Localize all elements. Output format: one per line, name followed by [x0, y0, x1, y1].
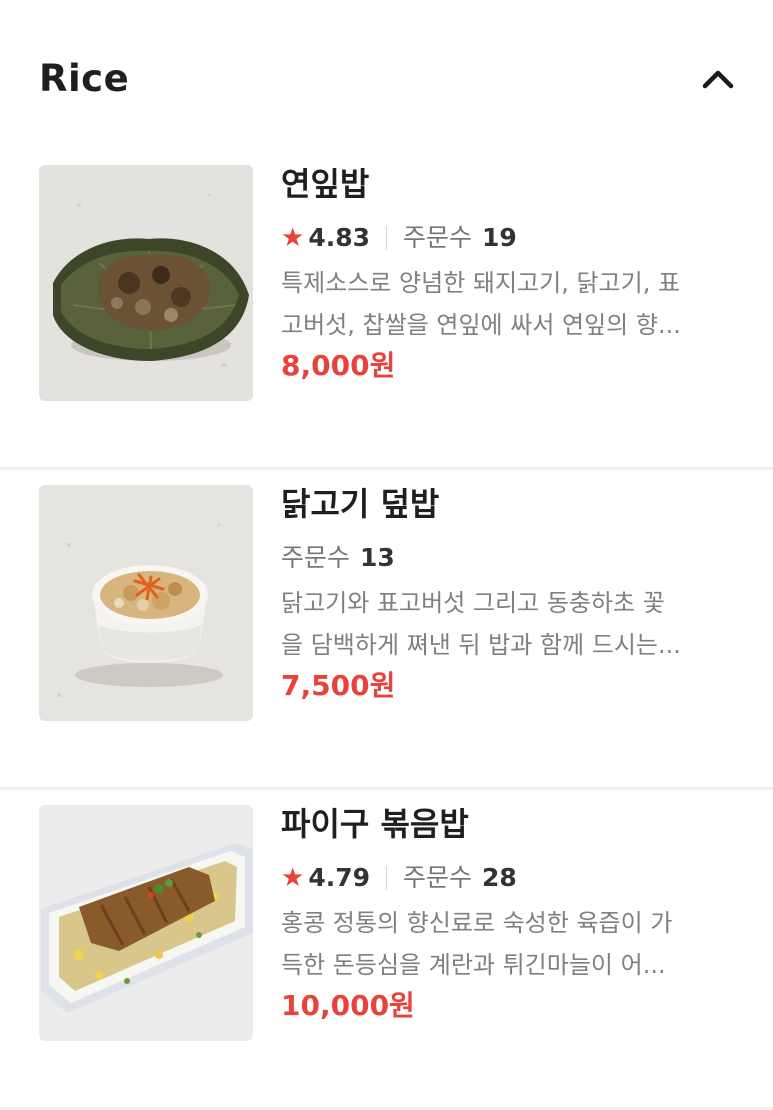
orders-count: 19 [482, 223, 517, 252]
rating-value: 4.79 [308, 863, 370, 892]
orders-count: 28 [482, 863, 517, 892]
menu-item-meta: ★ 4.79 주문수 28 [281, 860, 517, 896]
description-line: 닭고기와 표고버섯 그리고 동충하초 꽃 [281, 589, 665, 617]
menu-item-image [39, 165, 253, 401]
menu-item[interactable]: 연잎밥 ★ 4.83 주문수 19 특제소스로 양념한 돼지고기, 닭고기, 표… [0, 150, 773, 470]
meta-divider [386, 226, 387, 250]
menu-item-name: 연잎밥 [281, 165, 370, 203]
description-line: 을 담백하게 쪄낸 뒤 밥과 함께 드시는... [281, 631, 681, 659]
menu-item[interactable]: 닭고기 덮밥 주문수 13 닭고기와 표고버섯 그리고 동충하초 꽃 을 담백하… [0, 470, 773, 790]
section-header: Rice [0, 0, 773, 150]
menu-item-meta: ★ 4.83 주문수 19 [281, 220, 517, 256]
section-title: Rice [39, 57, 130, 100]
menu-item-description: 닭고기와 표고버섯 그리고 동충하초 꽃 을 담백하게 쪄낸 뒤 밥과 함께 드… [281, 582, 736, 666]
collapse-button[interactable] [698, 60, 738, 100]
rating-value: 4.83 [308, 223, 370, 252]
menu-item-price: 10,000원 [281, 989, 415, 1022]
menu-item-name: 파이구 볶음밥 [281, 805, 469, 843]
menu-item-price: 8,000원 [281, 349, 396, 382]
orders-label: 주문수 [403, 863, 473, 892]
menu-item-meta: 주문수 13 [281, 540, 395, 576]
description-line: 득한 돈등심을 계란과 튀긴마늘이 어... [281, 951, 666, 979]
star-icon: ★ [281, 863, 305, 893]
menu-item-name: 닭고기 덮밥 [281, 485, 440, 523]
chevron-up-icon [702, 70, 734, 89]
menu-item-price: 7,500원 [281, 669, 396, 702]
menu-item[interactable]: 파이구 볶음밥 ★ 4.79 주문수 28 홍콩 정통의 향신료로 숙성한 육즙… [0, 790, 773, 1110]
menu-item-image [39, 805, 253, 1041]
orders-count: 13 [360, 543, 395, 572]
orders-label: 주문수 [403, 223, 473, 252]
menu-item-image [39, 485, 253, 721]
orders-label: 주문수 [281, 543, 351, 572]
description-line: 홍콩 정통의 향신료로 숙성한 육즙이 가 [281, 909, 673, 937]
star-icon: ★ [281, 223, 305, 253]
description-line: 고버섯, 찹쌀을 연잎에 싸서 연잎의 향... [281, 311, 681, 339]
menu-item-description: 특제소스로 양념한 돼지고기, 닭고기, 표 고버섯, 찹쌀을 연잎에 싸서 연… [281, 262, 736, 346]
description-line: 특제소스로 양념한 돼지고기, 닭고기, 표 [281, 269, 681, 297]
meta-divider [386, 866, 387, 890]
menu-item-description: 홍콩 정통의 향신료로 숙성한 육즙이 가 득한 돈등심을 계란과 튀긴마늘이 … [281, 902, 736, 986]
